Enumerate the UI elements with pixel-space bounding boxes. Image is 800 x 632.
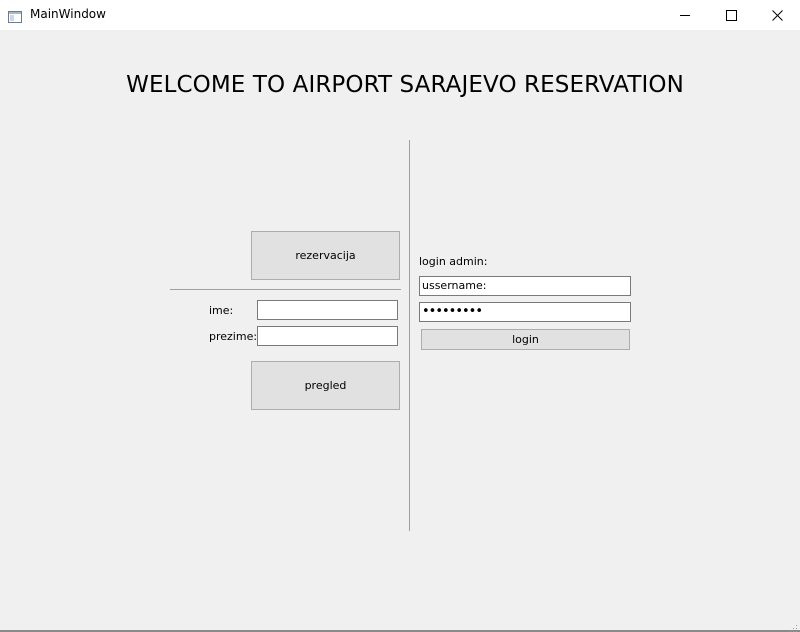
maximize-icon bbox=[725, 6, 737, 25]
reservation-button[interactable]: rezervacija bbox=[251, 231, 400, 280]
client-area bbox=[0, 30, 800, 630]
minimize-icon bbox=[679, 6, 691, 25]
window-title: MainWindow bbox=[30, 7, 106, 21]
resize-grip-icon[interactable] bbox=[788, 618, 798, 632]
password-input[interactable]: ••••••••• bbox=[419, 302, 631, 322]
vertical-separator bbox=[409, 140, 410, 531]
close-button[interactable] bbox=[754, 0, 800, 30]
ime-input[interactable] bbox=[257, 300, 398, 320]
ime-label: ime: bbox=[209, 304, 234, 317]
maximize-button[interactable] bbox=[708, 0, 754, 30]
login-admin-label: login admin: bbox=[419, 255, 488, 268]
pregled-button[interactable]: pregled bbox=[251, 361, 400, 410]
welcome-heading: WELCOME TO AIRPORT SARAJEVO RESERVATION bbox=[126, 72, 684, 98]
prezime-label: prezime: bbox=[209, 330, 258, 343]
username-input[interactable]: ussername: bbox=[419, 276, 631, 296]
window-app-icon bbox=[8, 8, 22, 23]
login-button[interactable]: login bbox=[421, 329, 630, 350]
close-icon bbox=[771, 6, 783, 25]
prezime-input[interactable] bbox=[257, 326, 398, 346]
title-bar[interactable]: MainWindow bbox=[0, 0, 800, 30]
minimize-button[interactable] bbox=[662, 0, 708, 30]
horizontal-separator bbox=[170, 289, 401, 290]
